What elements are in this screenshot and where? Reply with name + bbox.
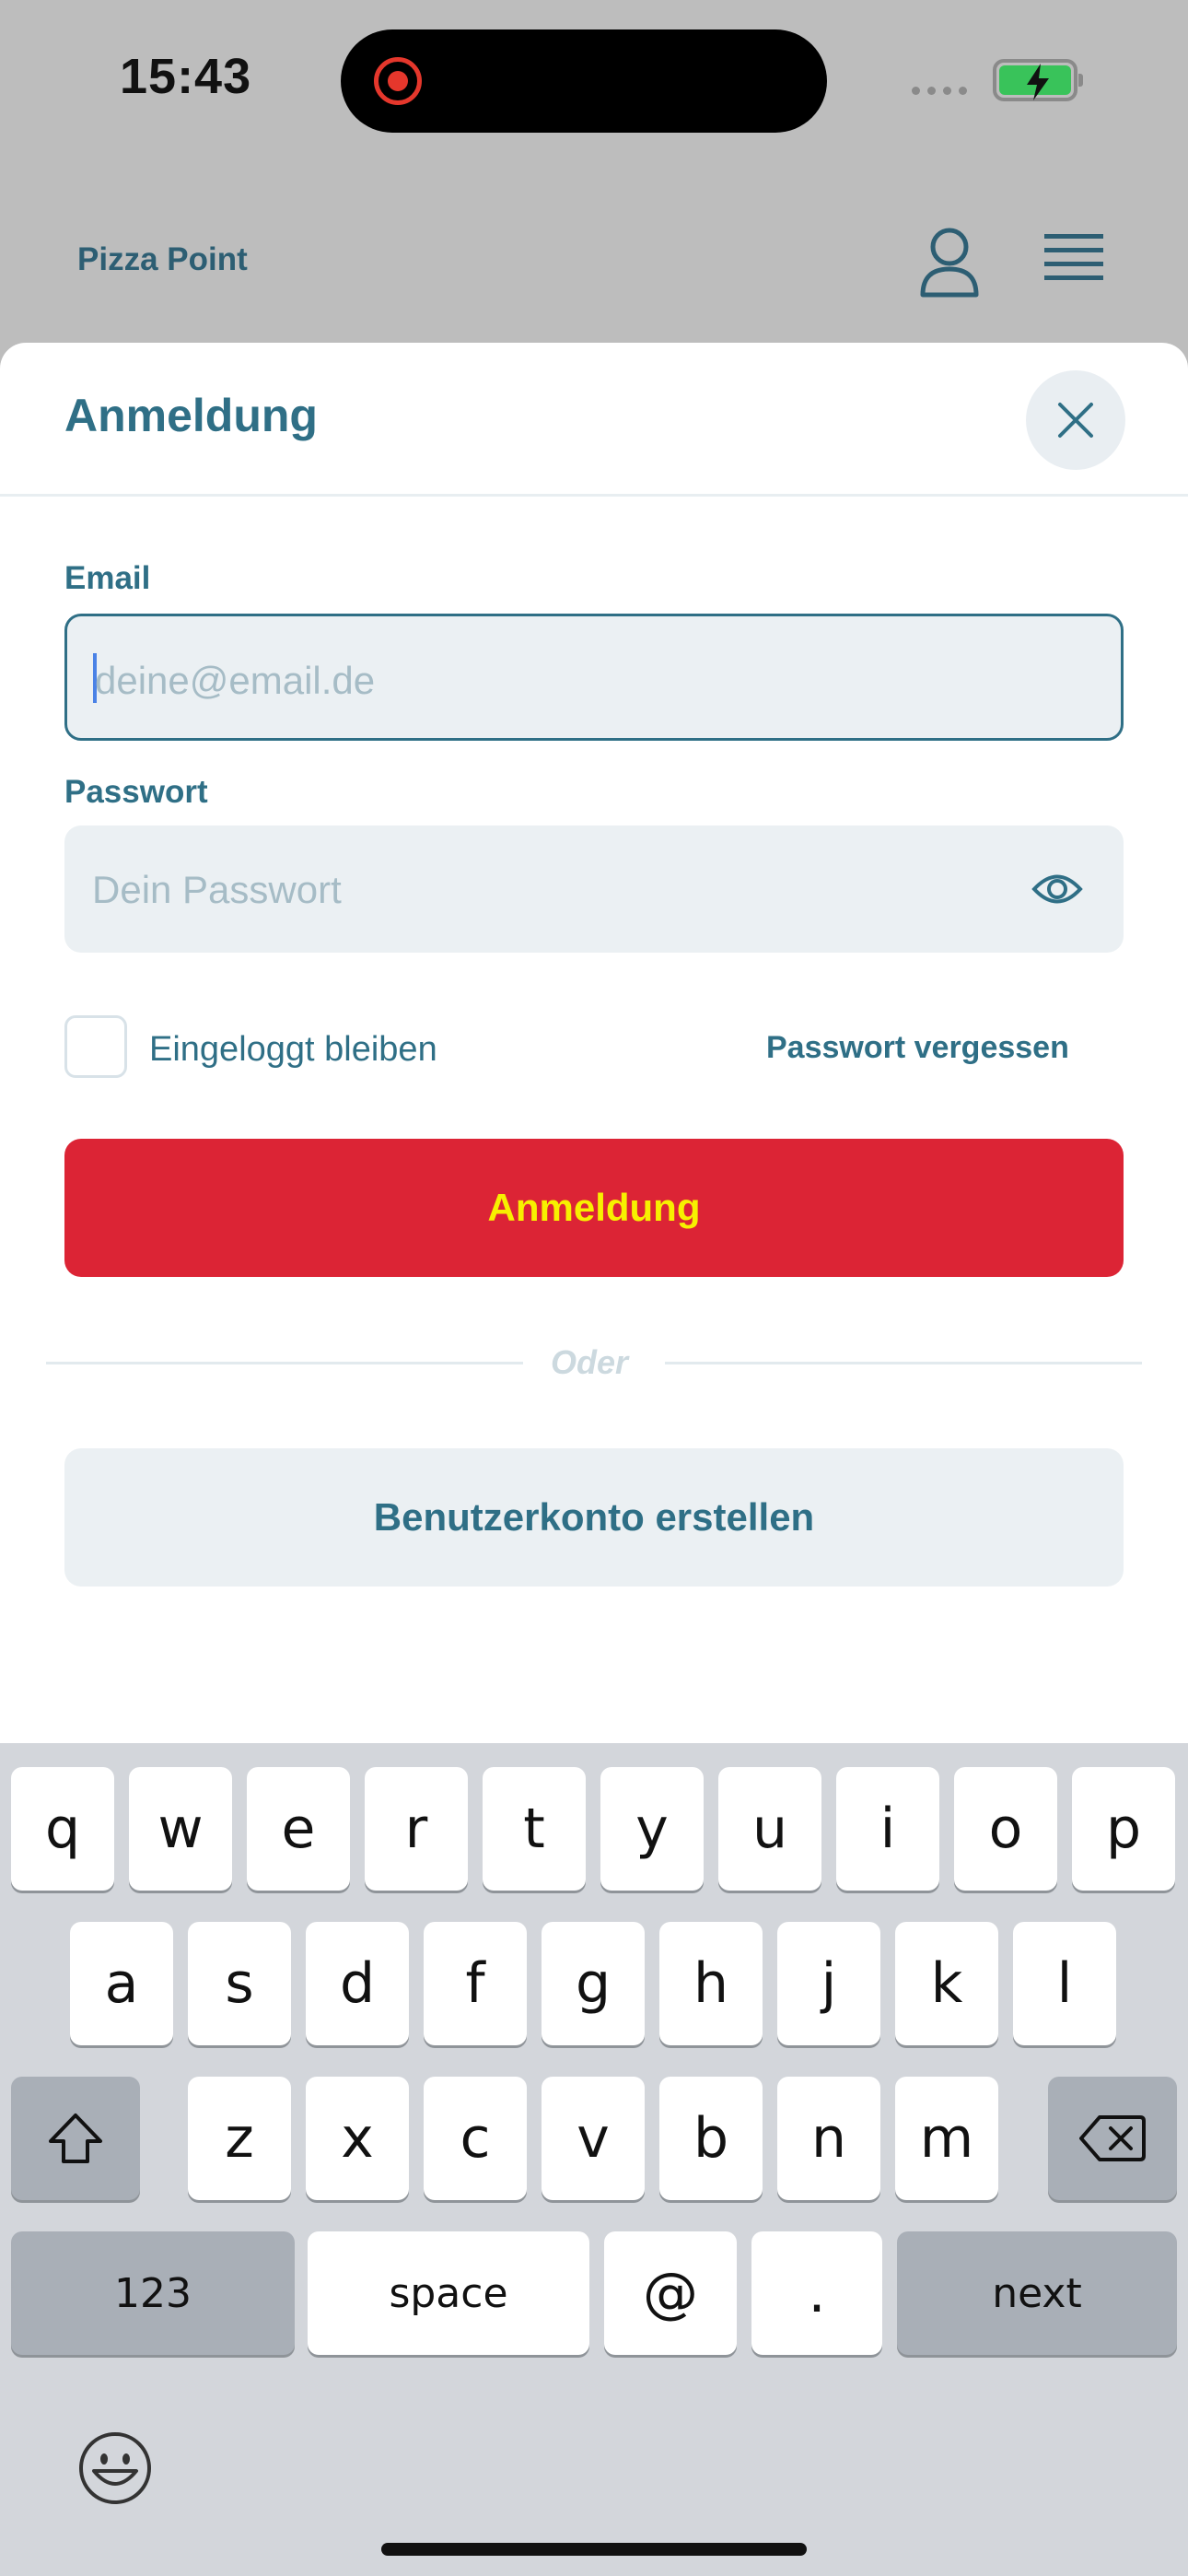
or-divider-right <box>665 1362 1142 1364</box>
key-v[interactable]: v <box>542 2077 645 2200</box>
on-screen-keyboard: q w e r t y u i o p a s d f g h j k l z … <box>0 1743 1188 2576</box>
forgot-password-link[interactable]: Passwort vergessen <box>766 1030 1069 1066</box>
close-button[interactable] <box>1026 370 1125 470</box>
recording-icon <box>374 57 422 105</box>
home-indicator[interactable] <box>381 2543 807 2556</box>
key-q[interactable]: q <box>11 1767 114 1891</box>
key-e[interactable]: e <box>247 1767 350 1891</box>
app-header: Pizza Point <box>0 184 1188 332</box>
key-p[interactable]: p <box>1072 1767 1175 1891</box>
eye-icon[interactable] <box>1031 868 1083 910</box>
key-t[interactable]: t <box>483 1767 586 1891</box>
space-key[interactable]: space <box>308 2231 589 2355</box>
create-account-button[interactable]: Benutzerkonto erstellen <box>64 1448 1124 1587</box>
signal-icon <box>912 87 967 95</box>
email-placeholder: deine@email.de <box>95 659 376 702</box>
login-sheet: Anmeldung Email deine@email.de Passwort … <box>0 343 1188 1743</box>
key-d[interactable]: d <box>306 1922 409 2045</box>
hamburger-menu-icon[interactable] <box>1044 230 1103 286</box>
status-bar: 15:43 <box>0 0 1188 166</box>
backspace-key[interactable] <box>1048 2077 1177 2200</box>
numbers-key[interactable]: 123 <box>11 2231 295 2355</box>
backspace-icon <box>1079 2115 1146 2161</box>
key-z[interactable]: z <box>188 2077 291 2200</box>
or-divider-left <box>46 1362 523 1364</box>
status-time: 15:43 <box>120 49 252 104</box>
key-f[interactable]: f <box>424 1922 527 2045</box>
sheet-title: Anmeldung <box>64 390 318 441</box>
key-u[interactable]: u <box>718 1767 821 1891</box>
or-divider-text: Oder <box>551 1343 629 1381</box>
key-w[interactable]: w <box>129 1767 232 1891</box>
key-b[interactable]: b <box>659 2077 763 2200</box>
close-icon <box>1058 403 1093 438</box>
remember-checkbox[interactable] <box>64 1015 127 1078</box>
key-h[interactable]: h <box>659 1922 763 2045</box>
dot-key[interactable]: . <box>751 2231 882 2355</box>
key-j[interactable]: j <box>777 1922 880 2045</box>
dynamic-island <box>341 29 827 133</box>
key-o[interactable]: o <box>954 1767 1057 1891</box>
remember-label[interactable]: Eingeloggt bleiben <box>149 1030 437 1070</box>
key-s[interactable]: s <box>188 1922 291 2045</box>
email-field[interactable]: deine@email.de <box>64 614 1124 741</box>
login-button[interactable]: Anmeldung <box>64 1139 1124 1277</box>
password-placeholder: Dein Passwort <box>92 868 342 911</box>
key-k[interactable]: k <box>895 1922 998 2045</box>
user-icon[interactable] <box>917 225 982 299</box>
key-g[interactable]: g <box>542 1922 645 2045</box>
key-y[interactable]: y <box>600 1767 704 1891</box>
key-i[interactable]: i <box>836 1767 939 1891</box>
brand-logo-text[interactable]: Pizza Point <box>77 241 248 278</box>
at-key[interactable]: @ <box>604 2231 737 2355</box>
password-field[interactable]: Dein Passwort <box>64 825 1124 953</box>
emoji-icon[interactable] <box>77 2430 153 2506</box>
battery-icon <box>993 59 1083 101</box>
header-divider <box>0 494 1188 497</box>
next-key[interactable]: next <box>897 2231 1177 2355</box>
key-x[interactable]: x <box>306 2077 409 2200</box>
charging-bolt-icon <box>1027 64 1049 100</box>
key-r[interactable]: r <box>365 1767 468 1891</box>
key-a[interactable]: a <box>70 1922 173 2045</box>
email-label: Email <box>64 560 151 596</box>
shift-icon <box>49 2113 102 2163</box>
key-l[interactable]: l <box>1013 1922 1116 2045</box>
shift-key[interactable] <box>11 2077 140 2200</box>
key-m[interactable]: m <box>895 2077 998 2200</box>
key-c[interactable]: c <box>424 2077 527 2200</box>
password-label: Passwort <box>64 774 208 810</box>
key-n[interactable]: n <box>777 2077 880 2200</box>
